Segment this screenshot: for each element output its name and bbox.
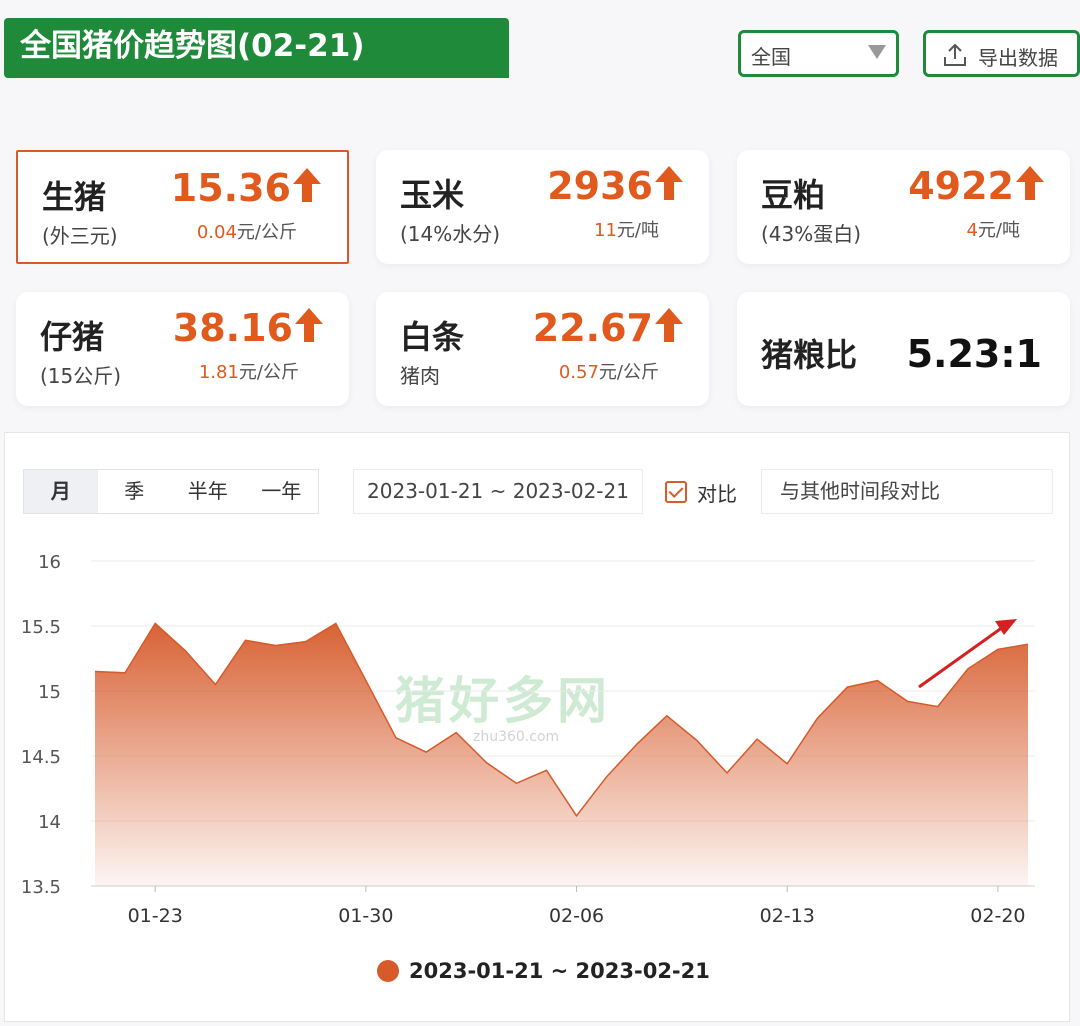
card-hog-grain-ratio[interactable]: 猪粮比 5.23:1 — [737, 292, 1070, 406]
card-price: 15.36 — [171, 166, 321, 210]
x-tick-label: 02-20 — [970, 905, 1025, 927]
card-ratio: 5.23:1 — [906, 332, 1042, 376]
card-name: 猪粮比 — [761, 336, 858, 374]
card-sub: (外三元) — [42, 224, 118, 248]
card-price: 2936 — [547, 164, 683, 208]
card-sub: 猪肉 — [400, 364, 440, 388]
card-piglet[interactable]: 仔猪 (15公斤) 38.16 1.81元/公斤 — [16, 292, 349, 406]
card-price: 4922 — [908, 164, 1044, 208]
card-change: 0.57元/公斤 — [558, 362, 659, 383]
series-area — [95, 623, 1028, 886]
export-data-label: 导出数据 — [978, 46, 1058, 70]
y-tick-label: 14 — [38, 812, 61, 833]
price-chart: 16 15.5 15 14.5 14 13.5 01-23 01-30 02-06 02-13 02… — [21, 552, 1035, 927]
card-sub: (43%蛋白) — [761, 222, 862, 246]
card-change: 4元/吨 — [966, 220, 1020, 241]
up-arrow-icon — [293, 168, 321, 202]
chart-legend[interactable]: 2023-01-21 ~ 2023-02-21 — [377, 959, 710, 983]
y-tick-label: 15.5 — [21, 617, 61, 638]
card-name: 生猪 — [42, 178, 107, 216]
y-tick-label: 15 — [38, 682, 61, 703]
card-price: 38.16 — [173, 306, 323, 350]
up-arrow-icon — [1016, 166, 1044, 200]
up-arrow-icon — [655, 166, 683, 200]
card-name: 白条 — [400, 318, 465, 356]
chart-panel: 月 季 半年 一年 2023-01-21 ~ 2023-02-21 对比 与其他… — [4, 432, 1070, 1022]
up-arrow-icon — [655, 308, 683, 342]
upload-icon — [944, 43, 966, 66]
x-tick-label: 01-30 — [338, 905, 393, 927]
card-price: 22.67 — [533, 306, 683, 350]
y-tick-label: 16 — [38, 552, 61, 573]
legend-swatch — [377, 960, 399, 982]
card-corn[interactable]: 玉米 (14%水分) 2936 11元/吨 — [376, 150, 709, 264]
legend-label: 2023-01-21 ~ 2023-02-21 — [409, 959, 710, 983]
card-live-hog[interactable]: 生猪 (外三元) 15.36 0.04元/公斤 — [16, 150, 349, 264]
region-select-value: 全国 — [751, 45, 791, 69]
region-select[interactable]: 全国 — [738, 30, 899, 77]
card-name: 玉米 — [400, 176, 465, 214]
export-data-button[interactable]: 导出数据 — [923, 30, 1080, 77]
card-soymeal[interactable]: 豆粕 (43%蛋白) 4922 4元/吨 — [737, 150, 1070, 264]
card-pork-carcass[interactable]: 白条 猪肉 22.67 0.57元/公斤 — [376, 292, 709, 406]
trend-arrow-head — [995, 619, 1017, 635]
card-sub: (15公斤) — [40, 364, 122, 388]
chevron-down-icon — [868, 45, 886, 59]
card-name: 仔猪 — [40, 318, 105, 356]
x-tick-label: 02-06 — [549, 905, 604, 927]
x-tick-label: 02-13 — [760, 905, 815, 927]
card-change: 1.81元/公斤 — [198, 362, 299, 383]
card-change: 11元/吨 — [594, 220, 659, 241]
x-tick-label: 01-23 — [128, 905, 183, 927]
y-tick-label: 14.5 — [21, 747, 61, 768]
up-arrow-icon — [295, 308, 323, 342]
page-title: 全国猪价趋势图(02-21) — [4, 18, 509, 78]
card-name: 豆粕 — [761, 176, 826, 214]
card-sub: (14%水分) — [400, 222, 501, 246]
card-change: 0.04元/公斤 — [196, 222, 297, 243]
y-tick-label: 13.5 — [21, 877, 61, 898]
